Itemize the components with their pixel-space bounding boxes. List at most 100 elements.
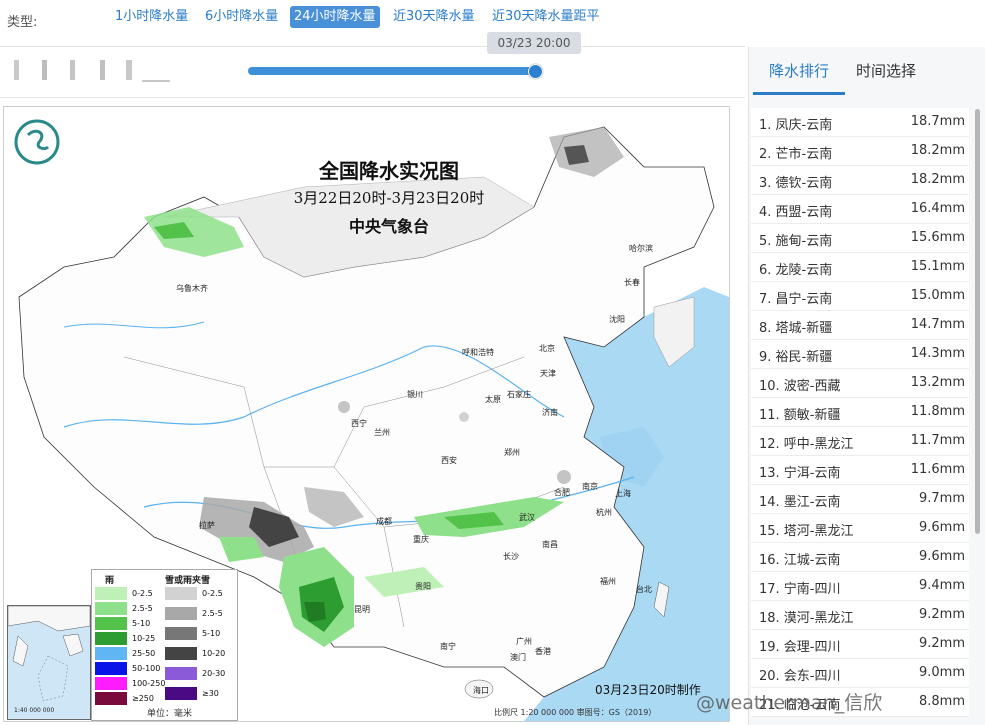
list-item[interactable]: 8. 塔城-新疆 14.7mm (751, 311, 969, 340)
legend-label: 2.5-5 (202, 609, 223, 618)
time-slider-track[interactable] (248, 67, 536, 75)
station-name: 17. 宁南-四川 (759, 582, 841, 597)
legend-swatch (95, 632, 127, 645)
station-value: 9.2mm (918, 636, 965, 651)
station-name: 20. 会东-四川 (759, 669, 841, 684)
station-value: 11.8mm (910, 404, 965, 419)
ranking-list: 1. 凤庆-云南 18.7mm 2. 芒市-云南 18.2mm 3. 德钦-云南 18… (751, 108, 969, 725)
city-label: 拉萨 (199, 521, 215, 530)
station-value: 11.6mm (910, 462, 965, 477)
station-name: 13. 宁洱-云南 (759, 466, 841, 481)
list-item[interactable]: 1. 凤庆-云南 18.7mm (751, 108, 969, 137)
list-item[interactable]: 6. 龙陵-云南 15.1mm (751, 253, 969, 282)
tab-time-selection[interactable]: 时间选择 (856, 60, 916, 81)
legend-rain-title: 雨 (105, 576, 115, 586)
inset-map-graphic (8, 606, 90, 702)
station-value: 9.4mm (918, 578, 965, 593)
legend-label: 25-50 (132, 649, 156, 658)
station-name: 11. 额敏-新疆 (759, 408, 841, 423)
city-label: 郑州 (504, 448, 520, 457)
station-value: 9.2mm (918, 607, 965, 622)
legend-label: 100-250 (132, 679, 166, 688)
station-value: 8.8mm (918, 694, 965, 709)
type-option-6h[interactable]: 6小时降水量 (201, 6, 282, 28)
list-item[interactable]: 9. 裕民-新疆 14.3mm (751, 340, 969, 369)
list-item[interactable]: 13. 宁洱-云南 11.6mm (751, 456, 969, 485)
legend-swatch (95, 662, 127, 675)
station-value: 9.0mm (918, 665, 965, 680)
list-item[interactable]: 19. 会理-四川 9.2mm (751, 630, 969, 659)
city-label: 济南 (542, 408, 558, 417)
legend-swatch (95, 692, 127, 705)
list-item[interactable]: 14. 墨江-云南 9.7mm (751, 485, 969, 514)
legend-label: 2.5-5 (132, 604, 153, 613)
station-value: 16.4mm (910, 201, 965, 216)
type-option-30d[interactable]: 近30天降水量 (389, 6, 479, 28)
city-label: 乌鲁木齐 (176, 284, 208, 293)
legend-swatch (95, 587, 127, 600)
city-label: 福州 (600, 577, 616, 586)
city-label: 贵阳 (415, 582, 431, 591)
station-value: 9.6mm (918, 520, 965, 535)
station-value: 18.2mm (910, 143, 965, 158)
time-slider-handle[interactable] (528, 64, 543, 79)
list-item[interactable]: 11. 额敏-新疆 11.8mm (751, 398, 969, 427)
city-label: 北京 (539, 344, 555, 353)
station-name: 12. 呼中-黑龙江 (759, 437, 854, 452)
active-tab-indicator (753, 92, 845, 95)
list-item[interactable]: 2. 芒市-云南 18.2mm (751, 137, 969, 166)
list-item[interactable]: 16. 江城-云南 9.6mm (751, 543, 969, 572)
list-item[interactable]: 12. 呼中-黑龙江 11.7mm (751, 427, 969, 456)
city-label: 台北 (636, 585, 652, 594)
station-name: 14. 墨江-云南 (759, 495, 841, 510)
station-name: 1. 凤庆-云南 (759, 118, 833, 133)
city-label: 杭州 (596, 508, 612, 517)
list-item[interactable]: 20. 会东-四川 9.0mm (751, 659, 969, 688)
right-panel: 降水排行 时间选择 1. 凤庆-云南 18.7mm 2. 芒市-云南 18.2mm … (748, 47, 985, 725)
legend-swatch (165, 687, 197, 700)
type-option-30d-anomaly[interactable]: 近30天降水量距平 (488, 6, 604, 28)
station-value: 18.2mm (910, 172, 965, 187)
divider (0, 46, 745, 47)
type-option-24h[interactable]: 24小时降水量 (290, 6, 380, 28)
type-option-1h[interactable]: 1小时降水量 (111, 6, 192, 28)
list-item[interactable]: 17. 宁南-四川 9.4mm (751, 572, 969, 601)
watermark: @weatherman_信欣 (696, 692, 883, 714)
station-name: 5. 施甸-云南 (759, 234, 833, 249)
list-item[interactable]: 10. 波密-西藏 13.2mm (751, 369, 969, 398)
divider (0, 97, 745, 98)
station-value: 15.0mm (910, 288, 965, 303)
station-name: 16. 江城-云南 (759, 553, 841, 568)
list-item[interactable]: 4. 西盟-云南 16.4mm (751, 195, 969, 224)
city-label: 呼和浩特 (462, 348, 494, 357)
legend-swatch (165, 587, 197, 600)
station-value: 14.3mm (910, 346, 965, 361)
city-label: 重庆 (413, 535, 429, 544)
south-china-sea-inset: 1:40 000 000 (7, 605, 91, 720)
legend-label: 10-25 (132, 634, 156, 643)
list-item[interactable]: 7. 昌宁-云南 15.0mm (751, 282, 969, 311)
station-name: 9. 裕民-新疆 (759, 350, 833, 365)
list-item[interactable]: 3. 德钦-云南 18.2mm (751, 166, 969, 195)
city-label: 南宁 (440, 642, 456, 651)
tab-precipitation-ranking[interactable]: 降水排行 (769, 60, 829, 81)
precipitation-map: 全国降水实况图 3月22日20时-3月23日20时 中央气象台 乌鲁木齐 哈尔滨… (3, 106, 730, 722)
legend-swatch (165, 647, 197, 660)
map-organization: 中央气象台 (348, 217, 429, 236)
city-label: 兰州 (374, 428, 390, 437)
legend-label: 0-2.5 (132, 589, 153, 598)
station-name: 18. 漠河-黑龙江 (759, 611, 854, 626)
cma-logo-icon (14, 119, 60, 165)
legend-label: 5-10 (202, 629, 221, 638)
list-item[interactable]: 5. 施甸-云南 15.6mm (751, 224, 969, 253)
ranking-scrollbar[interactable] (975, 109, 980, 534)
legend-label: 10-20 (202, 649, 226, 658)
list-item[interactable]: 18. 漠河-黑龙江 9.2mm (751, 601, 969, 630)
city-label: 成都 (376, 517, 392, 526)
legend-swatch (165, 627, 197, 640)
legend-swatch (95, 617, 127, 630)
legend-label: 0-2.5 (202, 589, 223, 598)
legend-label: 20-30 (202, 669, 226, 678)
station-name: 8. 塔城-新疆 (759, 321, 833, 336)
list-item[interactable]: 15. 塔河-黑龙江 9.6mm (751, 514, 969, 543)
